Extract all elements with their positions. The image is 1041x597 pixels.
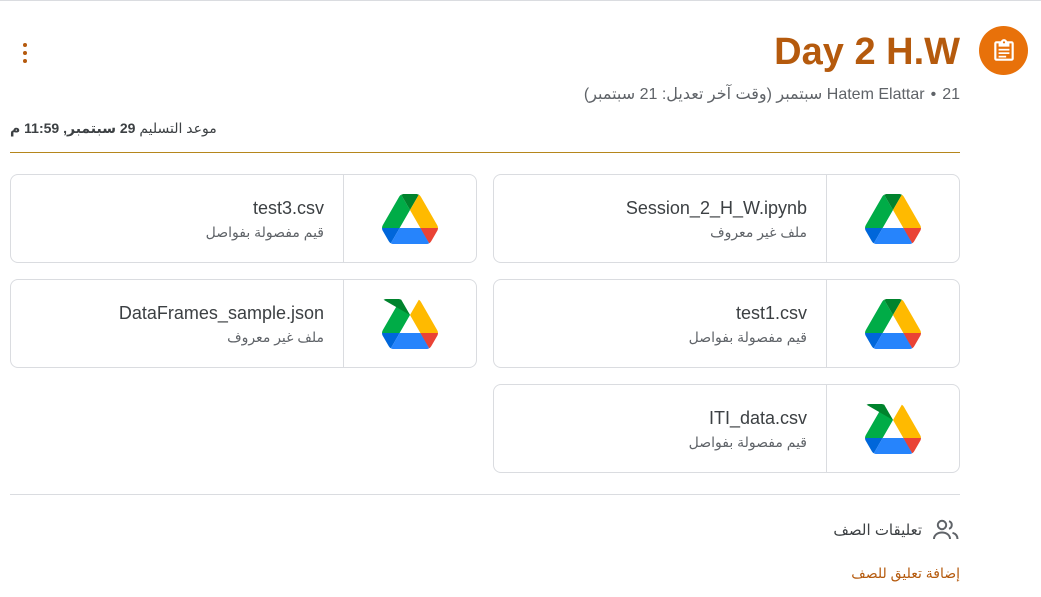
more-vert-icon bbox=[23, 43, 27, 47]
attachment-name: DataFrames_sample.json bbox=[118, 302, 324, 323]
add-class-comment-link[interactable]: إضافة تعليق للصف bbox=[851, 565, 960, 582]
attachment-card[interactable]: Session_2_H_W.ipynb ملف غير معروف bbox=[493, 174, 960, 263]
assignment-icon bbox=[979, 26, 1028, 75]
attachment-name: test3.csv bbox=[252, 197, 324, 218]
attachment-type: ملف غير معروف bbox=[710, 223, 807, 240]
attachment-card[interactable]: test3.csv قيم مفصولة بفواصل bbox=[10, 174, 477, 263]
attachment-thumbnail bbox=[826, 175, 959, 262]
attachment-name: test1.csv bbox=[735, 302, 807, 323]
attachment-type: قيم مفصولة بفواصل bbox=[688, 328, 807, 345]
assignment-meta: Hatem Elattar •21 سبتمبر (وقت آخر تعديل: … bbox=[584, 85, 960, 105]
attachment-thumbnail bbox=[826, 280, 959, 367]
due-label: موعد التسليم bbox=[139, 120, 217, 136]
author-name: Hatem Elattar bbox=[826, 86, 925, 103]
attachment-type: ملف غير معروف bbox=[227, 328, 324, 345]
google-drive-icon bbox=[382, 193, 438, 244]
assignment-title: Day 2 H.W bbox=[774, 31, 960, 73]
attachment-type: قيم مفصولة بفواصل bbox=[205, 223, 324, 240]
edited-note: (وقت آخر تعديل: 21 سبتمبر) bbox=[583, 86, 772, 103]
top-divider bbox=[0, 0, 1041, 1]
attachment-name: Session_2_H_W.ipynb bbox=[625, 197, 807, 218]
attachment-name: ITI_data.csv bbox=[708, 407, 807, 428]
separator-dot: • bbox=[930, 86, 937, 103]
due-date: موعد التسليم 29 سبتمبر, 11:59 م bbox=[10, 118, 217, 138]
due-value: 29 سبتمبر, 11:59 م bbox=[10, 120, 136, 136]
google-drive-icon bbox=[382, 298, 438, 349]
attachment-type: قيم مفصولة بفواصل bbox=[688, 433, 807, 450]
attachment-thumbnail bbox=[343, 175, 476, 262]
attachment-thumbnail bbox=[826, 385, 959, 472]
class-comments-header: تعليقات الصف bbox=[833, 517, 960, 543]
comments-divider bbox=[10, 494, 960, 495]
attachment-thumbnail bbox=[343, 280, 476, 367]
class-comments-label: تعليقات الصف bbox=[833, 522, 922, 539]
google-drive-icon bbox=[865, 403, 921, 454]
attachment-card[interactable]: ITI_data.csv قيم مفصولة بفواصل bbox=[493, 384, 960, 473]
google-drive-icon bbox=[865, 298, 921, 349]
attachment-card[interactable]: DataFrames_sample.json ملف غير معروف bbox=[10, 279, 477, 368]
google-drive-icon bbox=[865, 193, 921, 244]
people-icon bbox=[932, 517, 960, 543]
attachment-card[interactable]: test1.csv قيم مفصولة بفواصل bbox=[493, 279, 960, 368]
header-divider bbox=[10, 152, 960, 153]
more-options-button[interactable] bbox=[14, 40, 36, 66]
